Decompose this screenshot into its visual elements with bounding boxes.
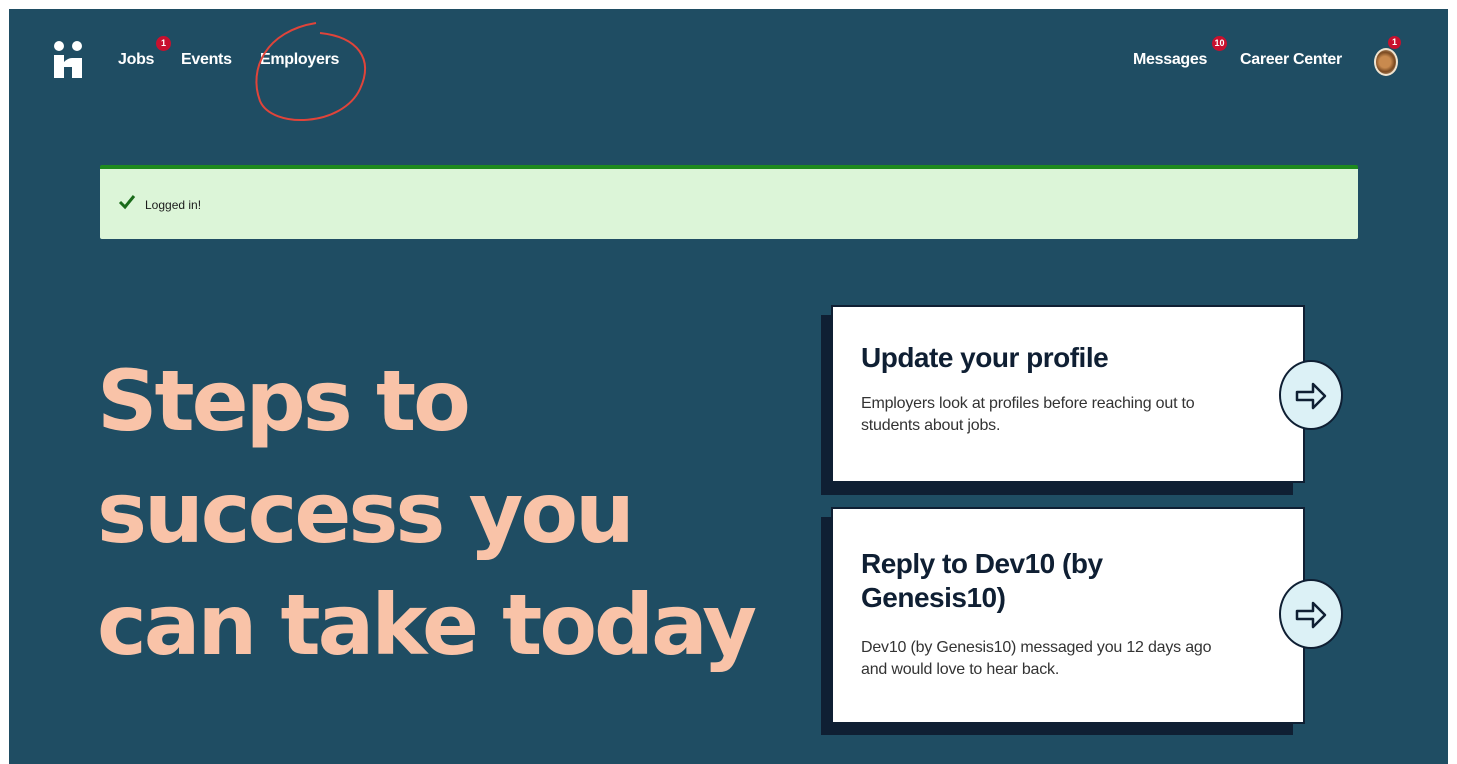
arrow-right-icon <box>1295 601 1327 629</box>
card-description: Dev10 (by Genesis10) messaged you 12 day… <box>861 637 1212 681</box>
nav-employers[interactable]: Employers <box>260 51 339 69</box>
card-desc-line-2: students about jobs. <box>861 417 1001 434</box>
user-avatar[interactable] <box>1374 48 1398 76</box>
update-profile-arrow-button[interactable] <box>1279 360 1343 430</box>
card-desc-line-2: and would love to hear back. <box>861 661 1060 678</box>
reply-employer-card[interactable]: Reply to Dev10 (by Genesis10) Dev10 (by … <box>831 507 1305 724</box>
nav-career-center[interactable]: Career Center <box>1240 51 1342 69</box>
reply-employer-card-wrap: Reply to Dev10 (by Genesis10) Dev10 (by … <box>821 507 1351 747</box>
hero-line-2: success you <box>97 464 635 562</box>
reply-employer-arrow-button[interactable] <box>1279 579 1343 649</box>
page-frame: Jobs 1 Events Employers Messages 10 Care… <box>9 9 1448 764</box>
employers-circle-annotation <box>255 22 366 121</box>
nav-messages[interactable]: Messages <box>1133 51 1207 69</box>
update-profile-card-wrap: Update your profile Employers look at pr… <box>821 305 1351 500</box>
nav-events[interactable]: Events <box>181 51 232 69</box>
messages-badge: 10 <box>1212 36 1227 51</box>
card-desc-line-1: Employers look at profiles before reachi… <box>861 395 1195 412</box>
arrow-right-icon <box>1295 382 1327 410</box>
jobs-badge: 1 <box>156 36 171 51</box>
hero-heading: Steps to success you can take today <box>97 345 777 681</box>
card-title: Reply to Dev10 (by Genesis10) <box>861 547 1103 615</box>
nav-jobs[interactable]: Jobs <box>118 51 154 69</box>
card-title-line-2: Genesis10) <box>861 582 1006 613</box>
checkmark-icon <box>118 195 136 210</box>
card-title: Update your profile <box>861 341 1109 375</box>
update-profile-card[interactable]: Update your profile Employers look at pr… <box>831 305 1305 483</box>
card-desc-line-1: Dev10 (by Genesis10) messaged you 12 day… <box>861 639 1212 656</box>
avatar-badge: 1 <box>1388 36 1401 49</box>
login-success-alert: Logged in! <box>100 165 1358 239</box>
alert-message: Logged in! <box>145 198 202 212</box>
card-title-line-1: Update your profile <box>861 342 1109 373</box>
top-nav: Jobs 1 Events Employers Messages 10 Care… <box>9 9 1448 121</box>
hero-line-3: can take today <box>97 576 757 674</box>
card-title-line-1: Reply to Dev10 (by <box>861 548 1103 579</box>
handshake-logo-icon[interactable] <box>51 40 85 80</box>
hero-line-1: Steps to <box>97 352 471 450</box>
card-description: Employers look at profiles before reachi… <box>861 393 1195 437</box>
